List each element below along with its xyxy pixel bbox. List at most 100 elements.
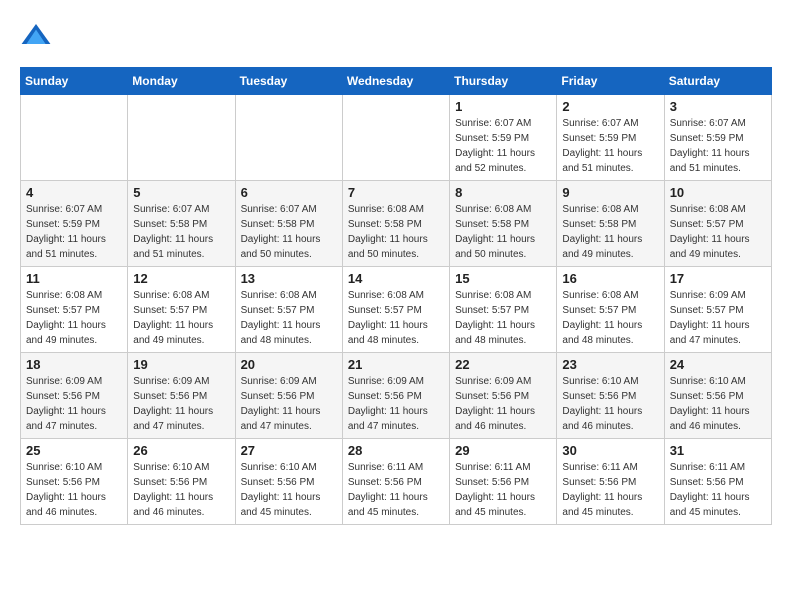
day-info: Sunrise: 6:11 AM Sunset: 5:56 PM Dayligh… [348, 460, 444, 520]
day-number: 29 [455, 443, 551, 458]
calendar-cell: 29 Sunrise: 6:11 AM Sunset: 5:56 PM Dayli… [450, 439, 557, 525]
calendar-cell [21, 95, 128, 181]
calendar-cell: 22Sunrise: 6:09 AM Sunset: 5:56 PM Dayli… [450, 353, 557, 439]
calendar-body: 1 Sunrise: 6:07 AM Sunset: 5:59 PM Daylig… [21, 95, 772, 525]
calendar-cell: 31 Sunrise: 6:11 AM Sunset: 5:56 PM Dayli… [664, 439, 771, 525]
day-info: Sunrise: 6:08 AM Sunset: 5:57 PM Dayligh… [562, 288, 658, 348]
calendar-cell: 23 Sunrise: 6:10 AM Sunset: 5:56 PM Dayli… [557, 353, 664, 439]
calendar-cell: 6 Sunrise: 6:07 AM Sunset: 5:58 PM Daylig… [235, 181, 342, 267]
day-number: 15 [455, 271, 551, 286]
calendar-cell: 14 Sunrise: 6:08 AM Sunset: 5:57 PM Dayli… [342, 267, 449, 353]
calendar-cell: 5Sunrise: 6:07 AM Sunset: 5:58 PM Daylig… [128, 181, 235, 267]
day-info: Sunrise: 6:08 AM Sunset: 5:58 PM Dayligh… [455, 202, 551, 262]
day-info: Sunrise: 6:10 AM Sunset: 5:56 PM Dayligh… [670, 374, 766, 434]
day-number: 17 [670, 271, 766, 286]
header-sunday: Sunday [21, 68, 128, 95]
day-info: Sunrise: 6:08 AM Sunset: 5:57 PM Dayligh… [670, 202, 766, 262]
calendar-cell [235, 95, 342, 181]
day-info: Sunrise: 6:09 AM Sunset: 5:56 PM Dayligh… [241, 374, 337, 434]
calendar-table: SundayMondayTuesdayWednesdayThursdayFrid… [20, 67, 772, 525]
week-row-1: 4 Sunrise: 6:07 AM Sunset: 5:59 PM Daylig… [21, 181, 772, 267]
calendar-header: SundayMondayTuesdayWednesdayThursdayFrid… [21, 68, 772, 95]
day-number: 30 [562, 443, 658, 458]
calendar-cell: 18 Sunrise: 6:09 AM Sunset: 5:56 PM Dayli… [21, 353, 128, 439]
calendar-cell: 12 Sunrise: 6:08 AM Sunset: 5:57 PM Dayli… [128, 267, 235, 353]
day-number: 19 [133, 357, 229, 372]
header-friday: Friday [557, 68, 664, 95]
day-info: Sunrise: 6:11 AM Sunset: 5:56 PM Dayligh… [562, 460, 658, 520]
day-info: Sunrise: 6:10 AM Sunset: 5:56 PM Dayligh… [133, 460, 229, 520]
day-number: 12 [133, 271, 229, 286]
day-info: Sunrise: 6:11 AM Sunset: 5:56 PM Dayligh… [455, 460, 551, 520]
calendar-cell: 8 Sunrise: 6:08 AM Sunset: 5:58 PM Daylig… [450, 181, 557, 267]
header-monday: Monday [128, 68, 235, 95]
calendar-cell: 1 Sunrise: 6:07 AM Sunset: 5:59 PM Daylig… [450, 95, 557, 181]
logo [20, 20, 58, 52]
day-number: 23 [562, 357, 658, 372]
header-wednesday: Wednesday [342, 68, 449, 95]
calendar-cell: 11 Sunrise: 6:08 AM Sunset: 5:57 PM Dayli… [21, 267, 128, 353]
calendar-cell: 7 Sunrise: 6:08 AM Sunset: 5:58 PM Daylig… [342, 181, 449, 267]
page-header [20, 20, 772, 52]
day-number: 13 [241, 271, 337, 286]
calendar-cell: 9Sunrise: 6:08 AM Sunset: 5:58 PM Daylig… [557, 181, 664, 267]
day-number: 16 [562, 271, 658, 286]
calendar-cell: 21 Sunrise: 6:09 AM Sunset: 5:56 PM Dayli… [342, 353, 449, 439]
calendar-cell: 26 Sunrise: 6:10 AM Sunset: 5:56 PM Dayli… [128, 439, 235, 525]
day-info: Sunrise: 6:08 AM Sunset: 5:57 PM Dayligh… [241, 288, 337, 348]
day-info: Sunrise: 6:10 AM Sunset: 5:56 PM Dayligh… [562, 374, 658, 434]
day-number: 21 [348, 357, 444, 372]
day-info: Sunrise: 6:08 AM Sunset: 5:57 PM Dayligh… [133, 288, 229, 348]
day-info: Sunrise: 6:09 AM Sunset: 5:56 PM Dayligh… [26, 374, 122, 434]
day-info: Sunrise: 6:07 AM Sunset: 5:59 PM Dayligh… [455, 116, 551, 176]
logo-icon [20, 20, 52, 52]
day-info: Sunrise: 6:08 AM Sunset: 5:57 PM Dayligh… [26, 288, 122, 348]
week-row-2: 11 Sunrise: 6:08 AM Sunset: 5:57 PM Dayli… [21, 267, 772, 353]
day-number: 6 [241, 185, 337, 200]
calendar-cell: 17 Sunrise: 6:09 AM Sunset: 5:57 PM Dayli… [664, 267, 771, 353]
day-number: 2 [562, 99, 658, 114]
week-row-3: 18 Sunrise: 6:09 AM Sunset: 5:56 PM Dayli… [21, 353, 772, 439]
day-number: 7 [348, 185, 444, 200]
calendar-cell: 27Sunrise: 6:10 AM Sunset: 5:56 PM Dayli… [235, 439, 342, 525]
header-row: SundayMondayTuesdayWednesdayThursdayFrid… [21, 68, 772, 95]
day-number: 4 [26, 185, 122, 200]
day-info: Sunrise: 6:10 AM Sunset: 5:56 PM Dayligh… [26, 460, 122, 520]
day-number: 9 [562, 185, 658, 200]
day-number: 8 [455, 185, 551, 200]
day-number: 1 [455, 99, 551, 114]
day-info: Sunrise: 6:10 AM Sunset: 5:56 PM Dayligh… [241, 460, 337, 520]
calendar-cell [128, 95, 235, 181]
day-info: Sunrise: 6:09 AM Sunset: 5:56 PM Dayligh… [133, 374, 229, 434]
calendar-cell: 4 Sunrise: 6:07 AM Sunset: 5:59 PM Daylig… [21, 181, 128, 267]
day-info: Sunrise: 6:09 AM Sunset: 5:56 PM Dayligh… [348, 374, 444, 434]
day-info: Sunrise: 6:08 AM Sunset: 5:58 PM Dayligh… [348, 202, 444, 262]
day-number: 25 [26, 443, 122, 458]
calendar-cell: 25 Sunrise: 6:10 AM Sunset: 5:56 PM Dayli… [21, 439, 128, 525]
day-info: Sunrise: 6:07 AM Sunset: 5:59 PM Dayligh… [670, 116, 766, 176]
day-info: Sunrise: 6:08 AM Sunset: 5:57 PM Dayligh… [455, 288, 551, 348]
calendar-cell: 30 Sunrise: 6:11 AM Sunset: 5:56 PM Dayli… [557, 439, 664, 525]
day-info: Sunrise: 6:07 AM Sunset: 5:58 PM Dayligh… [241, 202, 337, 262]
day-number: 28 [348, 443, 444, 458]
day-info: Sunrise: 6:07 AM Sunset: 5:58 PM Dayligh… [133, 202, 229, 262]
calendar-cell: 20Sunrise: 6:09 AM Sunset: 5:56 PM Dayli… [235, 353, 342, 439]
day-number: 26 [133, 443, 229, 458]
header-thursday: Thursday [450, 68, 557, 95]
calendar-cell: 3 Sunrise: 6:07 AM Sunset: 5:59 PM Daylig… [664, 95, 771, 181]
day-number: 31 [670, 443, 766, 458]
day-info: Sunrise: 6:09 AM Sunset: 5:57 PM Dayligh… [670, 288, 766, 348]
day-number: 3 [670, 99, 766, 114]
day-info: Sunrise: 6:08 AM Sunset: 5:57 PM Dayligh… [348, 288, 444, 348]
day-info: Sunrise: 6:07 AM Sunset: 5:59 PM Dayligh… [26, 202, 122, 262]
day-number: 11 [26, 271, 122, 286]
day-number: 14 [348, 271, 444, 286]
header-tuesday: Tuesday [235, 68, 342, 95]
calendar-cell: 28 Sunrise: 6:11 AM Sunset: 5:56 PM Dayli… [342, 439, 449, 525]
day-info: Sunrise: 6:07 AM Sunset: 5:59 PM Dayligh… [562, 116, 658, 176]
day-number: 22 [455, 357, 551, 372]
calendar-cell: 10Sunrise: 6:08 AM Sunset: 5:57 PM Dayli… [664, 181, 771, 267]
day-info: Sunrise: 6:11 AM Sunset: 5:56 PM Dayligh… [670, 460, 766, 520]
week-row-4: 25 Sunrise: 6:10 AM Sunset: 5:56 PM Dayli… [21, 439, 772, 525]
day-number: 18 [26, 357, 122, 372]
